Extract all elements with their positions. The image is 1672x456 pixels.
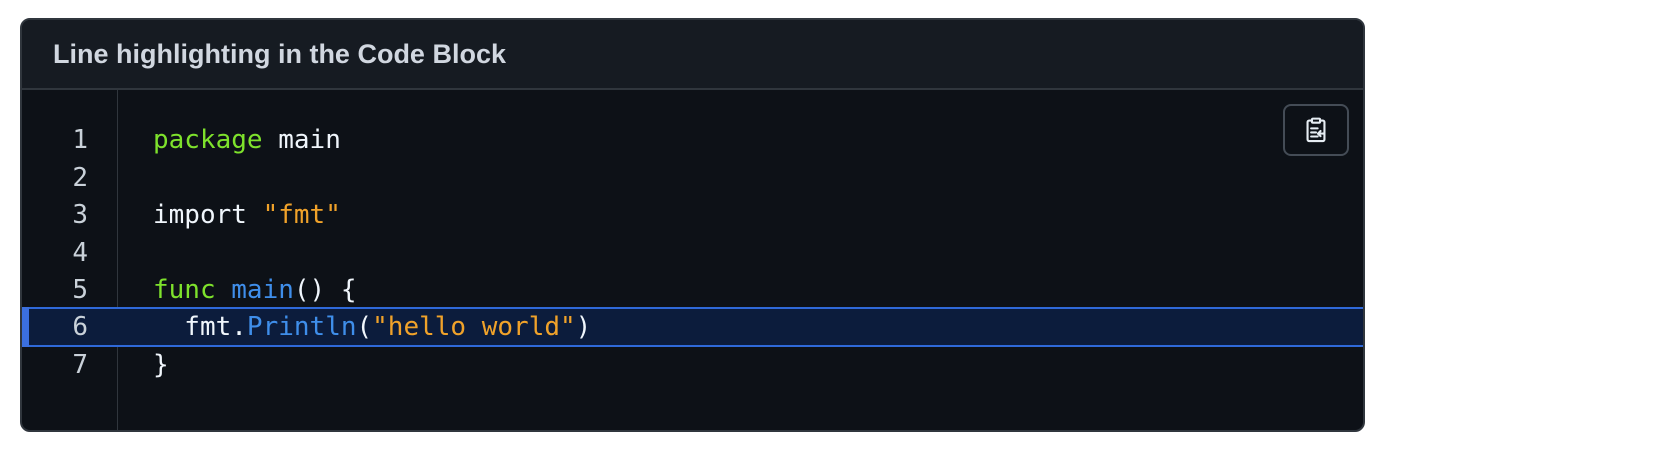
code-area: 1 package main 2 3 import "fmt" 4 5 func main()…	[22, 90, 1363, 430]
line-number: 2	[72, 162, 88, 193]
line-number: 6	[72, 311, 88, 342]
code-line: 2	[22, 158, 1363, 198]
code-token-plain: }	[153, 350, 169, 380]
code-text: }	[153, 350, 169, 380]
code-token-plain: fmt.	[153, 311, 247, 342]
line-number: 3	[72, 200, 88, 230]
code-line-highlighted: 6 fmt.Println("hello world")	[22, 306, 1363, 347]
code-text: func main() {	[153, 275, 357, 305]
code-token-plain: )	[575, 311, 592, 342]
code-block-header: Line highlighting in the Code Block	[22, 20, 1363, 90]
code-text: import "fmt"	[153, 200, 341, 230]
clipboard-copy-icon	[1303, 117, 1329, 143]
code-token-keyword: func	[153, 275, 216, 305]
code-token-string: "hello world"	[372, 311, 576, 342]
code-text: fmt.Println("hello world")	[153, 312, 591, 342]
code-line: 5 func main() {	[22, 270, 1363, 310]
line-number: 4	[72, 237, 88, 268]
line-number: 7	[72, 350, 88, 380]
code-token-plain: main	[262, 125, 341, 155]
code-block-card: Line highlighting in the Code Block 1 pac…	[20, 18, 1365, 432]
code-line: 3 import "fmt"	[22, 195, 1363, 235]
code-line: 4	[22, 233, 1363, 273]
line-number: 1	[72, 125, 88, 155]
line-number: 5	[72, 275, 88, 305]
code-token-keyword: package	[153, 125, 263, 155]
code-token-func: main	[231, 275, 294, 305]
code-token-string: "fmt"	[262, 200, 341, 230]
code-token-plain: () {	[293, 275, 357, 305]
code-token-plain: (	[356, 311, 373, 342]
code-token-plain: import	[153, 200, 263, 230]
code-token-func: Println	[246, 311, 357, 342]
code-block-title: Line highlighting in the Code Block	[53, 39, 506, 69]
code-text: package main	[153, 125, 341, 155]
copy-button[interactable]	[1283, 104, 1349, 156]
code-line: 7}	[22, 345, 1363, 385]
code-line: 1 package main	[22, 120, 1363, 160]
